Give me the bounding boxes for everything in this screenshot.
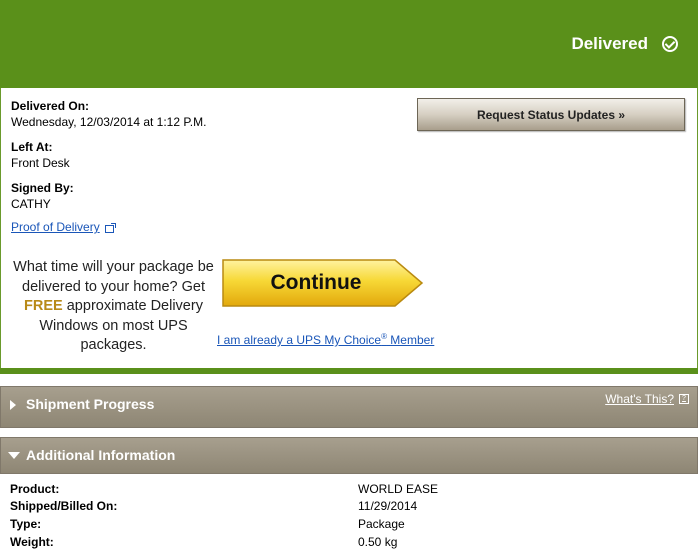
- section-divider: [0, 368, 698, 374]
- promo-free: FREE: [24, 298, 63, 314]
- info-row-weight: Weight: 0.50 kg: [0, 535, 698, 553]
- shipment-progress-header[interactable]: Shipment Progress What's This? ?: [0, 386, 698, 428]
- continue-button[interactable]: Continue: [221, 258, 425, 308]
- expand-right-icon: [10, 400, 16, 410]
- request-status-updates-button[interactable]: Request Status Updates »: [417, 98, 685, 131]
- left-at-label: Left At:: [11, 140, 53, 154]
- delivered-on-label: Delivered On:: [11, 99, 90, 113]
- type-value: Package: [358, 517, 405, 531]
- proof-of-delivery-label: Proof of Delivery: [11, 220, 100, 234]
- status-text: Delivered: [571, 34, 648, 53]
- weight-value: 0.50 kg: [358, 535, 398, 549]
- check-circle-icon: [662, 36, 678, 52]
- new-window-icon: [104, 223, 116, 233]
- status-header: Delivered: [0, 0, 698, 88]
- whats-this-link[interactable]: What's This? ?: [605, 392, 689, 406]
- shipment-progress-title: Shipment Progress: [26, 396, 155, 412]
- proof-of-delivery-link[interactable]: Proof of Delivery: [11, 220, 116, 234]
- signed-by-value: CATHY: [11, 197, 51, 211]
- ups-my-choice-member-link[interactable]: I am already a UPS My Choice® Member: [217, 332, 434, 347]
- shipped-label: Shipped/Billed On:: [10, 499, 118, 513]
- member-text: I am already a UPS My Choice: [217, 333, 382, 347]
- weight-label: Weight:: [10, 535, 54, 549]
- delivery-details: Delivered On: Wednesday, 12/03/2014 at 1…: [0, 88, 698, 368]
- info-row-type: Type: Package: [0, 517, 698, 535]
- type-label: Type:: [10, 517, 42, 531]
- promo-text-2: approximate Delivery Windows on most UPS…: [39, 298, 203, 353]
- product-value: WORLD EASE: [358, 482, 439, 496]
- product-label: Product:: [10, 482, 60, 496]
- delivery-window-promo: What time will your package be delivered…: [11, 258, 216, 356]
- info-row-product: Product: WORLD EASE: [0, 482, 698, 500]
- info-row-shipped: Shipped/Billed On: 11/29/2014: [0, 499, 698, 517]
- collapse-down-icon: [8, 452, 20, 459]
- member-suffix: Member: [386, 333, 435, 347]
- promo-text-1: What time will your package be delivered…: [13, 259, 214, 295]
- whats-this-label: What's This?: [605, 392, 674, 406]
- additional-information-header[interactable]: Additional Information: [0, 437, 698, 474]
- help-icon: ?: [679, 394, 689, 404]
- delivery-status: Delivered: [571, 34, 678, 54]
- delivered-on-value: Wednesday, 12/03/2014 at 1:12 P.M.: [11, 115, 207, 129]
- continue-label: Continue: [270, 271, 362, 294]
- additional-information-title: Additional Information: [26, 447, 176, 463]
- shipped-value: 11/29/2014: [358, 499, 418, 513]
- signed-by-label: Signed By:: [11, 181, 74, 195]
- left-at-value: Front Desk: [11, 156, 70, 170]
